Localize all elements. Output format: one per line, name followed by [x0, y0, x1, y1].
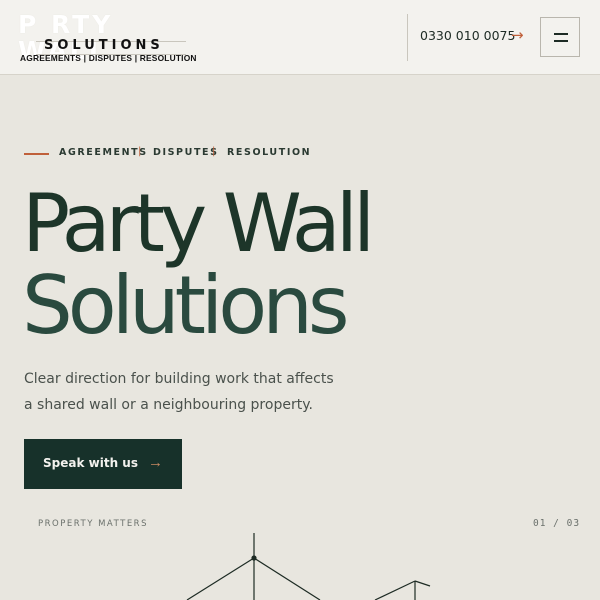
hero-title-line-2: Solutions [22, 259, 350, 352]
eyebrow-item-disputes: DISPUTES [153, 147, 219, 158]
arrow-right-icon: → [148, 454, 163, 471]
illustration-node [251, 555, 257, 561]
logo-line-3: AGREEMENTS | DISPUTES | RESOLUTION [20, 53, 197, 63]
speak-with-us-button[interactable]: Speak with us → [24, 439, 182, 489]
hamburger-line-top [554, 33, 568, 35]
illustration-roof-right [253, 557, 321, 600]
illustration-second-roof [374, 580, 416, 600]
illustration-roof-left [186, 557, 255, 600]
eyebrow-separator: | [212, 146, 216, 157]
header-divider [407, 14, 408, 61]
illustration-second-eave [414, 580, 431, 587]
site-logo[interactable]: P RTY WALL SOLUTIONS AGREEMENTS | DISPUT… [18, 12, 196, 66]
eyebrow-separator: | [138, 146, 142, 157]
hero-title-line-1: Party Wall [22, 177, 375, 270]
menu-button[interactable] [540, 17, 580, 57]
house-line-illustration [186, 533, 431, 600]
eyebrow-item-agreements: AGREEMENTS [59, 147, 148, 158]
arrow-right-icon[interactable]: → [511, 26, 524, 44]
eyebrow-item-resolution: RESOLUTION [227, 147, 312, 158]
hamburger-line-bottom [554, 40, 568, 42]
eyebrow-accent-line [24, 153, 49, 155]
phone-link[interactable]: 0330 010 0075 [420, 28, 515, 43]
site-header: P RTY WALL SOLUTIONS AGREEMENTS | DISPUT… [0, 0, 600, 75]
cta-label: Speak with us [43, 456, 138, 470]
logo-line-2: SOLUTIONS [44, 38, 164, 53]
hero-description: Clear direction for building work that a… [24, 371, 334, 413]
